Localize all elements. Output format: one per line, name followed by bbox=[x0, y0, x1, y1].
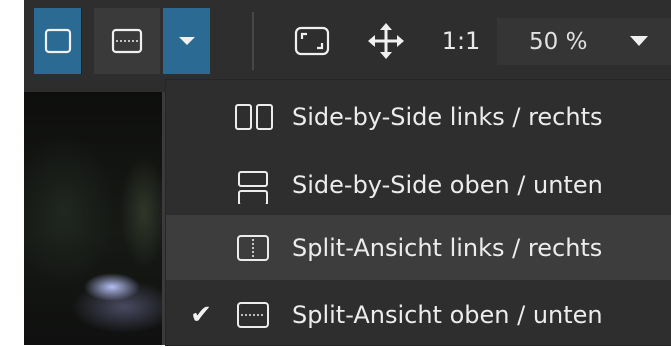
side-by-side-horizontal-icon bbox=[235, 104, 273, 130]
menu-item-label: Side-by-Side oben / unten bbox=[292, 170, 603, 199]
split-horizontal-icon bbox=[237, 302, 269, 328]
menu-item-label: Split-Ansicht links / rechts bbox=[292, 233, 603, 262]
image-compare-app: 1:1 50 % Side-by-Side links / rechts Sid… bbox=[24, 0, 671, 345]
image-preview bbox=[24, 92, 171, 345]
menu-item-side-by-side-left-right[interactable]: Side-by-Side links / rechts bbox=[166, 84, 671, 149]
side-by-side-vertical-icon bbox=[238, 171, 268, 204]
menu-item-split-left-right[interactable]: Split-Ansicht links / rechts bbox=[166, 215, 671, 280]
move-button[interactable] bbox=[362, 8, 410, 74]
view-mode-menu: Side-by-Side links / rechts Side-by-Side… bbox=[166, 80, 671, 345]
toolbar: 1:1 50 % bbox=[24, 0, 671, 80]
zoom-value: 50 % bbox=[529, 28, 588, 55]
split-view-button[interactable] bbox=[94, 8, 160, 74]
split-vertical-icon bbox=[237, 235, 269, 261]
zoom-select[interactable]: 50 % bbox=[497, 18, 671, 65]
move-arrows-icon bbox=[368, 23, 404, 59]
single-view-icon bbox=[44, 28, 71, 54]
actual-size-button[interactable]: 1:1 bbox=[431, 8, 491, 74]
caret-down-icon bbox=[178, 37, 195, 45]
menu-item-label: Side-by-Side links / rechts bbox=[292, 102, 603, 131]
menu-item-split-top-bottom[interactable]: ✔ Split-Ansicht oben / unten bbox=[166, 282, 671, 347]
fit-to-window-icon bbox=[294, 26, 330, 56]
toolbar-separator bbox=[252, 12, 254, 70]
view-mode-dropdown-button[interactable] bbox=[163, 8, 210, 74]
menu-item-side-by-side-top-bottom[interactable]: Side-by-Side oben / unten bbox=[166, 152, 671, 217]
menu-item-label: Split-Ansicht oben / unten bbox=[292, 300, 603, 329]
check-icon: ✔ bbox=[190, 299, 212, 330]
caret-down-icon bbox=[630, 36, 648, 46]
single-view-button[interactable] bbox=[34, 8, 82, 74]
fit-to-window-button[interactable] bbox=[288, 8, 336, 74]
split-view-icon bbox=[111, 28, 143, 54]
